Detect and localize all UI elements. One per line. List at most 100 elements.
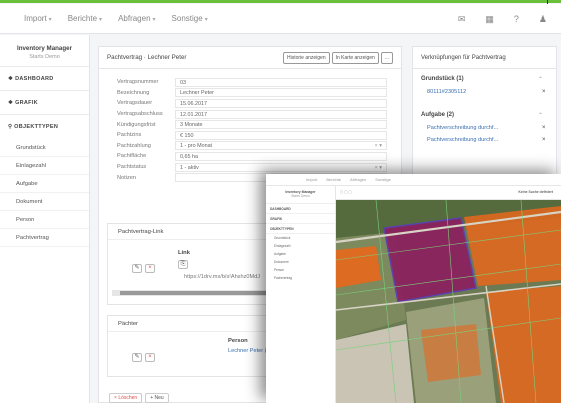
field-row: Kündigungsfrist 3 Monate [117,119,387,130]
link-value[interactable]: https://1drv.ms/b/s!Ahshz0MdJ [184,274,260,280]
edit-icon[interactable]: ✎ [132,264,142,273]
remove-icon[interactable]: × [542,89,546,95]
overlay-item: Grundstück [274,236,291,240]
sidebar-section-dashboard[interactable]: ❖ DASHBOARD [0,67,89,91]
field-row: Pachtfläche 0,65 ha [117,151,387,162]
new-button[interactable]: + Neu [145,393,169,403]
aufgabe-link[interactable]: Pachtverschreibung durchf... [427,125,498,131]
chevron-up-icon[interactable]: ⌃ [538,76,543,83]
field-row: Pachtstatus 1 - aktiv × ▾ [117,162,387,173]
aufgabe-link[interactable]: Pachtverschreibung durchf... [427,137,498,143]
field-label: Kündigungsfrist [117,121,156,128]
sidebar-item-pachtvertrag[interactable]: Pachtvertrag [0,229,89,247]
overlay-section: OBJEKTTYPEN [266,224,335,234]
map-field-orange [421,324,481,382]
sidebar: Inventory Manager Starts Demo ❖ DASHBOAR… [0,35,90,403]
mail-icon[interactable]: ✉ [458,14,466,25]
overlay-item: Einlagezahl [274,244,291,248]
help-icon[interactable]: ? [514,14,519,25]
overlay-item: Aufgabe [274,252,286,256]
field-label: Vertragsabschluss [117,111,163,118]
sidebar-item-person[interactable]: Person [0,211,89,229]
field-label: Pachtzins [117,132,142,139]
link-column-header: Link [178,250,190,256]
field-row: Vertragsnummer 03 [117,77,387,88]
app-title: Inventory Manager [16,45,72,52]
menu-import[interactable]: Import [24,14,52,23]
menu-sonstige[interactable]: Sonstige [172,14,208,23]
grundstueck-link[interactable]: 80111#2305112 [427,89,466,95]
field-label: Vertragsdauer [117,100,153,107]
overlay-section: DASHBOARD [266,204,335,214]
record-header: Pachtvertrag · Lechner Peter Historie an… [99,47,401,69]
links-panel-title: Verknüpfungen für Pachtvertrag [413,47,556,69]
main-menu: Import Berichte Abfragen Sonstige [24,14,208,23]
overlay-toolbar-icons: ▢ ▢ ▢ [340,190,352,194]
vertragsabschluss-field[interactable]: 12.01.2017 [175,109,387,119]
edit-icon[interactable]: ✎ [132,353,142,362]
pachtzins-field[interactable]: € 150 [175,130,387,140]
select-controls-icon: × ▾ [374,164,382,171]
menu-berichte[interactable]: Berichte [68,14,102,23]
field-row: Pachtzahlung 1 - pro Monat × ▾ [117,141,387,152]
vertragsnummer-field[interactable]: 03 [175,77,387,87]
group-grundstueck[interactable]: Grundstück (1) [421,76,464,82]
overlay-tool-label: Keine Suche definiert [518,190,553,194]
group-aufgabe[interactable]: Aufgabe (2) [421,112,454,118]
select-controls-icon: × ▾ [374,143,382,150]
sidebar-item-grundstueck[interactable]: Grundstück [0,139,89,157]
overlay-navbar: Import Berichte Abfragen Sonstige [266,174,561,186]
field-row: Bezeichnung Lechner Peter [117,88,387,99]
map-parcel-highlight[interactable] [383,217,477,303]
bezeichnung-field[interactable]: Lechner Peter [175,88,387,98]
overlay-brand: Inventory Manager Starts Demo [266,186,335,204]
sidebar-section-objekttypen[interactable]: ⚲ OBJEKTTYPEN [0,115,89,139]
app-subtitle: Starts Demo [29,54,60,60]
record-fields: Vertragsnummer 03 Bezeichnung Lechner Pete… [117,77,387,183]
delete-icon[interactable]: × [145,353,155,362]
field-row: Vertragsdauer 15.06.2017 [117,98,387,109]
sidebar-item-einlagezahl[interactable]: Einlagezahl [0,157,89,175]
brand: Inventory Manager Starts Demo [0,35,89,67]
history-button[interactable]: Historie anzeigen [282,52,330,64]
top-accent-bar [0,0,561,3]
sidebar-section-grafik[interactable]: ❖ GRAFIK [0,91,89,115]
field-label: Vertragsnummer [117,79,159,86]
remove-icon[interactable]: × [542,125,546,131]
overlay-app-subtitle: Starts Demo [291,194,310,198]
field-row: Vertragsabschluss 12.01.2017 [117,109,387,120]
vertragsdauer-field[interactable]: 15.06.2017 [175,98,387,108]
overlay-menu-item: Import [306,177,318,182]
overlay-section: GRAFIK [266,214,335,224]
show-on-map-button[interactable]: In Karte anzeigen [331,52,379,64]
map-screenshot-overlay: Import Berichte Abfragen Sonstige Invent… [266,174,561,403]
field-row: Pachtzins € 150 [117,130,387,141]
overlay-menu-item: Berichte [326,177,342,182]
kuendigungsfrist-field[interactable]: 3 Monate [175,120,387,130]
sidebar-item-dokument[interactable]: Dokument [0,193,89,211]
delete-button[interactable]: × Löschen [109,393,143,403]
scrollbar-thumb[interactable] [120,291,270,295]
field-label: Bezeichnung [117,89,150,96]
menu-abfragen[interactable]: Abfragen [118,14,155,23]
copy-icon[interactable]: ⎘ [178,260,188,269]
map-view[interactable] [336,200,561,403]
pachter-link[interactable]: Lechner Peter (1) [228,348,272,354]
overlay-item: Person [274,268,285,272]
field-label: Notizen [117,174,136,181]
field-label: Pachtzahlung [117,142,151,149]
record-title: Pachtvertrag · Lechner Peter [107,54,187,61]
chevron-up-icon[interactable]: ⌃ [538,112,543,119]
pachtstatus-select[interactable]: 1 - aktiv × ▾ [175,162,387,172]
pachtzahlung-select[interactable]: 1 - pro Monat × ▾ [175,141,387,151]
remove-icon[interactable]: × [542,137,546,143]
more-button[interactable]: ... [380,52,393,64]
top-navbar: Import Berichte Abfragen Sonstige ✉ ▦ ? … [0,4,561,34]
sidebar-item-aufgabe[interactable]: Aufgabe [0,175,89,193]
pachtflaeche-field[interactable]: 0,65 ha [175,151,387,161]
user-icon[interactable]: ♟ [539,14,547,25]
overlay-item: Pachtvertrag [274,276,293,280]
field-label: Pachtstatus [117,164,147,171]
calendar-icon[interactable]: ▦ [485,14,494,25]
delete-icon[interactable]: × [145,264,155,273]
